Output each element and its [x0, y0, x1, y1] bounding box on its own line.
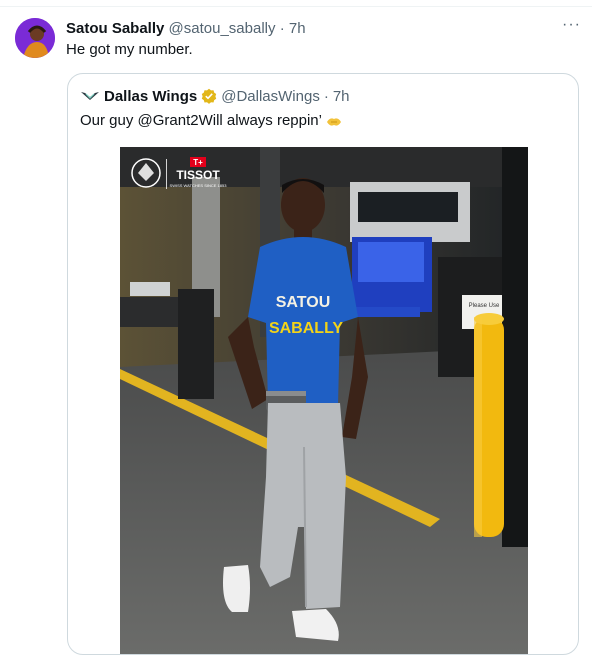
sign-text: Please Use: [469, 303, 500, 309]
handshake-emoji-icon: [326, 115, 342, 127]
quoted-text-content: Our guy @Grant2Will always reppin’: [80, 112, 322, 129]
more-options-icon[interactable]: ···: [562, 16, 581, 34]
dot-separator: ·: [279, 20, 285, 37]
svg-text:T+: T+: [193, 158, 203, 167]
avatar[interactable]: [15, 18, 55, 58]
shirt-text-top: SATOU: [276, 294, 331, 311]
tweet-header: Satou Sabally @satou_sabally · 7h: [66, 20, 306, 37]
dallas-wings-logo-icon[interactable]: [80, 86, 100, 106]
shirt-text-bottom: SABALLY: [269, 320, 343, 337]
avatar-image: [15, 18, 55, 58]
quoted-author-name[interactable]: Dallas Wings: [104, 88, 197, 105]
quoted-tweet[interactable]: Dallas Wings @DallasWings · 7h Our guy @…: [67, 73, 579, 655]
arena-tunnel-photo: Please Use SATOU SABALLY T+ TISSOT SWISS…: [120, 147, 528, 654]
tissot-tagline: SWISS WATCHES SINCE 1853: [170, 183, 228, 188]
quoted-text: Our guy @Grant2Will always reppin’: [80, 112, 342, 129]
author-handle[interactable]: @satou_sabally: [169, 20, 276, 37]
top-divider: [0, 6, 592, 7]
quoted-photo[interactable]: Please Use SATOU SABALLY T+ TISSOT SWISS…: [120, 147, 528, 654]
quoted-dot-separator: ·: [323, 87, 329, 105]
quoted-author-handle[interactable]: @DallasWings: [221, 88, 320, 105]
tissot-logo: TISSOT: [176, 168, 220, 182]
quoted-header: Dallas Wings @DallasWings · 7h: [80, 86, 350, 106]
author-name[interactable]: Satou Sabally: [66, 20, 164, 37]
tweet-text: He got my number.: [66, 41, 193, 58]
quoted-time[interactable]: 7h: [333, 88, 350, 105]
verified-badge-icon: [201, 88, 217, 104]
tweet-time[interactable]: 7h: [289, 20, 306, 37]
